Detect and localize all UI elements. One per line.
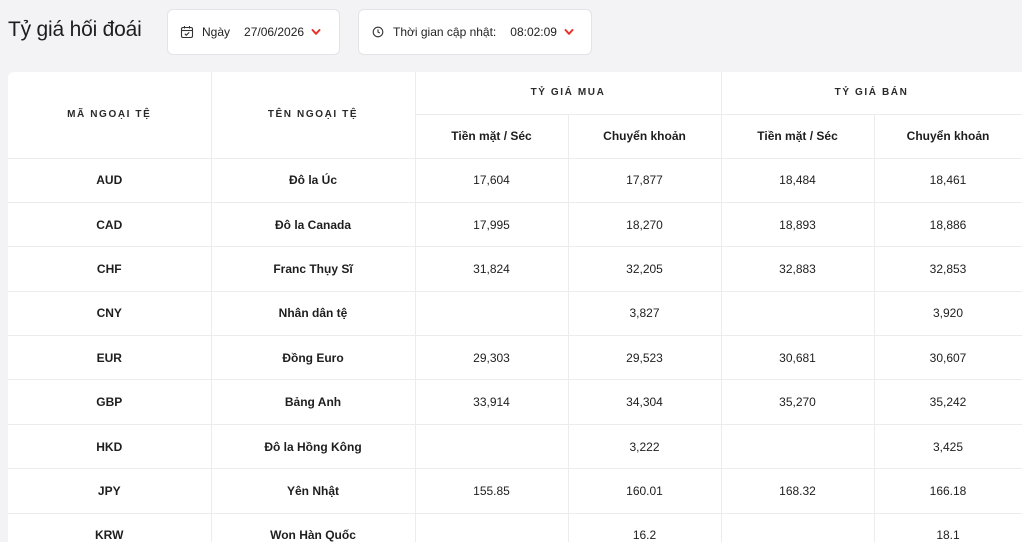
buy-cash-rate: 17,604 bbox=[414, 157, 569, 203]
currency-code: HKD bbox=[8, 423, 212, 470]
currency-name: Đô la Canada bbox=[210, 201, 416, 248]
buy-cash-rate bbox=[414, 290, 569, 337]
sell-cash-rate: 168.32 bbox=[720, 468, 875, 514]
update-time-value: 08:02:09 bbox=[510, 25, 557, 39]
update-time-picker[interactable]: Thời gian cập nhật: 08:02:09 bbox=[358, 9, 592, 55]
clock-icon bbox=[371, 25, 385, 39]
buy-transfer-rate: 29,523 bbox=[567, 335, 722, 381]
column-header-code: MÃ NGOẠI TỆ bbox=[8, 72, 212, 159]
currency-code: JPY bbox=[8, 468, 212, 514]
currency-code: CAD bbox=[8, 201, 212, 248]
chevron-down-icon[interactable] bbox=[310, 26, 322, 38]
buy-cash-rate bbox=[414, 512, 569, 542]
buy-transfer-rate: 160.01 bbox=[567, 468, 722, 514]
sell-transfer-rate: 18.1 bbox=[873, 512, 1022, 542]
sell-cash-rate: 32,883 bbox=[720, 246, 875, 292]
sell-transfer-rate: 30,607 bbox=[873, 335, 1022, 381]
buy-cash-rate: 155.85 bbox=[414, 468, 569, 514]
exchange-rate-table: MÃ NGOẠI TỆ TÊN NGOẠI TỆ TỶ GIÁ MUA TỶ G… bbox=[8, 72, 1022, 542]
column-header-buy-cash: Tiền mặt / Séc bbox=[415, 113, 569, 159]
table-row: HKD Đô la Hồng Kông 3,222 3,425 bbox=[8, 423, 1022, 470]
buy-cash-rate: 29,303 bbox=[414, 335, 569, 381]
exchange-rate-table-card: MÃ NGOẠI TỆ TÊN NGOẠI TỆ TỶ GIÁ MUA TỶ G… bbox=[8, 72, 1022, 542]
table-row: CHF Franc Thụy Sĩ 31,824 32,205 32,883 3… bbox=[8, 246, 1022, 292]
top-bar: Tỷ giá hối đoái Ngày 27/06/2026 Thời gia… bbox=[0, 0, 1022, 64]
column-header-sell-cash: Tiền mặt / Séc bbox=[720, 113, 875, 159]
page-title: Tỷ giá hối đoái bbox=[8, 18, 142, 41]
table-row: AUD Đô la Úc 17,604 17,877 18,484 18,461 bbox=[8, 157, 1022, 203]
sell-transfer-rate: 3,920 bbox=[873, 290, 1022, 337]
table-row: CAD Đô la Canada 17,995 18,270 18,893 18… bbox=[8, 201, 1022, 248]
currency-name: Đô la Hồng Kông bbox=[210, 423, 416, 470]
currency-name: Nhân dân tệ bbox=[210, 290, 416, 337]
buy-transfer-rate: 18,270 bbox=[567, 201, 722, 248]
sell-cash-rate: 18,484 bbox=[720, 157, 875, 203]
buy-cash-rate: 33,914 bbox=[414, 379, 569, 425]
table-row: GBP Bảng Anh 33,914 34,304 35,270 35,242 bbox=[8, 379, 1022, 425]
currency-name: Bảng Anh bbox=[210, 379, 416, 425]
currency-name: Won Hàn Quốc bbox=[210, 512, 416, 542]
buy-transfer-rate: 3,827 bbox=[567, 290, 722, 337]
buy-transfer-rate: 16.2 bbox=[567, 512, 722, 542]
sell-cash-rate: 30,681 bbox=[720, 335, 875, 381]
date-value: 27/06/2026 bbox=[244, 25, 305, 39]
table-row: KRW Won Hàn Quốc 16.2 18.1 bbox=[8, 512, 1022, 542]
calendar-icon bbox=[180, 25, 194, 39]
sell-cash-rate: 18,893 bbox=[720, 201, 875, 248]
sell-transfer-rate: 3,425 bbox=[873, 423, 1022, 470]
sell-cash-rate bbox=[720, 423, 875, 470]
column-header-buy-transfer: Chuyển khoản bbox=[567, 113, 722, 159]
currency-code: CNY bbox=[8, 290, 212, 337]
sell-transfer-rate: 166.18 bbox=[873, 468, 1022, 514]
column-group-buy: TỶ GIÁ MUA bbox=[414, 72, 722, 115]
currency-name: Franc Thụy Sĩ bbox=[210, 246, 416, 292]
sell-cash-rate: 35,270 bbox=[720, 379, 875, 425]
table-row: CNY Nhân dân tệ 3,827 3,920 bbox=[8, 290, 1022, 337]
chevron-down-icon[interactable] bbox=[563, 26, 575, 38]
sell-transfer-rate: 18,461 bbox=[873, 157, 1022, 203]
sell-transfer-rate: 35,242 bbox=[873, 379, 1022, 425]
buy-transfer-rate: 17,877 bbox=[567, 157, 722, 203]
sell-cash-rate bbox=[720, 512, 875, 542]
buy-cash-rate: 31,824 bbox=[414, 246, 569, 292]
currency-name: Yên Nhật bbox=[210, 468, 416, 514]
update-time-label: Thời gian cập nhật: bbox=[393, 25, 497, 39]
column-group-sell: TỶ GIÁ BÁN bbox=[720, 72, 1022, 115]
currency-code: GBP bbox=[8, 379, 212, 425]
table-row: JPY Yên Nhật 155.85 160.01 168.32 166.18 bbox=[8, 468, 1022, 514]
column-header-sell-transfer: Chuyển khoản bbox=[873, 113, 1022, 159]
buy-transfer-rate: 3,222 bbox=[567, 423, 722, 470]
sell-transfer-rate: 18,886 bbox=[873, 201, 1022, 248]
currency-code: CHF bbox=[8, 246, 212, 292]
currency-code: AUD bbox=[8, 157, 212, 203]
currency-name: Đô la Úc bbox=[210, 157, 416, 203]
currency-code: KRW bbox=[8, 512, 212, 542]
table-body: AUD Đô la Úc 17,604 17,877 18,484 18,461… bbox=[8, 157, 1022, 542]
date-picker[interactable]: Ngày 27/06/2026 bbox=[167, 9, 340, 55]
column-header-name: TÊN NGOẠI TỆ bbox=[210, 72, 416, 159]
currency-code: EUR bbox=[8, 335, 212, 381]
sell-transfer-rate: 32,853 bbox=[873, 246, 1022, 292]
currency-name: Đồng Euro bbox=[210, 335, 416, 381]
date-label: Ngày bbox=[202, 25, 231, 39]
buy-transfer-rate: 32,205 bbox=[567, 246, 722, 292]
buy-transfer-rate: 34,304 bbox=[567, 379, 722, 425]
buy-cash-rate: 17,995 bbox=[414, 201, 569, 248]
sell-cash-rate bbox=[720, 290, 875, 337]
table-row: EUR Đồng Euro 29,303 29,523 30,681 30,60… bbox=[8, 335, 1022, 381]
buy-cash-rate bbox=[414, 423, 569, 470]
